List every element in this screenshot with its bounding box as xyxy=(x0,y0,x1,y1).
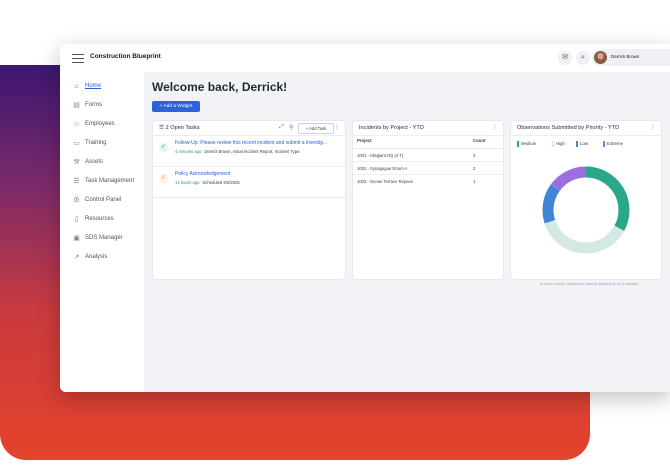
task-item[interactable]: ✓ Follow-Up: Please review this recent i… xyxy=(153,136,345,167)
sidebar-item-label: Task Management xyxy=(85,178,135,184)
legend-swatch xyxy=(552,141,554,147)
app-title: Construction Blueprint xyxy=(90,53,161,60)
assets-icon: ⚒ xyxy=(73,159,80,166)
task-meta-text: Scheduled 9/3/2025 xyxy=(202,180,240,185)
open-tasks-card: ☰ 2 Open Tasks ⤢ ⚲ + Add Task ⋮ ✓ Follow… xyxy=(152,120,346,280)
user-name: Derrick Brown xyxy=(611,54,640,59)
count-cell: 1 xyxy=(473,179,476,184)
sidebar-item-employees[interactable]: ☺ Employees xyxy=(72,119,142,131)
sidebar-item-label: Training xyxy=(85,140,107,146)
tasks-title: ☰ 2 Open Tasks xyxy=(159,125,200,131)
donut-slice-high[interactable] xyxy=(544,219,625,254)
folder-icon: ▣ xyxy=(73,235,80,242)
count-cell: 2 xyxy=(473,166,476,171)
add-widget-button[interactable]: + Add a Widget xyxy=(152,101,200,112)
sidebar-item-sds-manager[interactable]: ▣ SDS Manager xyxy=(72,233,142,245)
legend-label: Low xyxy=(580,141,588,146)
sidebar-item-label: Control Panel xyxy=(85,197,122,203)
priority-donut-chart xyxy=(542,166,630,254)
training-icon: ▭ xyxy=(73,140,80,147)
employees-icon: ☺ xyxy=(72,121,81,128)
control-panel-icon: ⚙ xyxy=(73,197,80,204)
table-row[interactable]: 1002 - Synagogue Room A 2 xyxy=(353,161,503,175)
task-meta-text: Derrick Brown, Initial Incident Report, … xyxy=(204,149,301,154)
mail-icon[interactable]: ✉ xyxy=(558,51,572,65)
donut-slice-medium[interactable] xyxy=(585,166,630,231)
data-delay-note: In some cases, dashboard data is delayed… xyxy=(540,282,640,286)
donut-slice-low[interactable] xyxy=(542,184,560,224)
filter-icon[interactable]: ⚲ xyxy=(289,124,293,131)
column-header-project: Project xyxy=(357,138,372,143)
avatar xyxy=(594,51,607,64)
task-title[interactable]: Follow-Up: Please review this recent inc… xyxy=(175,140,337,146)
app-window: Construction Blueprint ✉ ⌕ Derrick Brown… xyxy=(60,44,670,392)
task-title[interactable]: Policy Acknowledgement xyxy=(175,171,337,177)
sidebar-item-label: Forms xyxy=(85,102,102,108)
resources-icon: ▯ xyxy=(74,216,79,223)
task-meta: 14 hours ago Scheduled 9/3/2025 xyxy=(175,180,240,185)
table-row[interactable]: 1001 - Allegiant HQ (4 T) 3 xyxy=(353,148,503,162)
divider xyxy=(511,135,661,136)
project-cell: 1002 - Synagogue Room A xyxy=(357,166,408,171)
sidebar-item-home[interactable]: ⌂ Home xyxy=(72,81,142,93)
column-header-count: Count xyxy=(473,138,486,143)
sidebar-item-resources[interactable]: ▯ Resources xyxy=(72,214,142,226)
sidebar-item-label: SDS Manager xyxy=(85,235,123,241)
check-icon: ✓ xyxy=(159,174,168,183)
hamburger-menu-icon[interactable] xyxy=(71,51,85,65)
sidebar-item-analysis[interactable]: ↗ Analysis xyxy=(72,252,142,264)
task-icon: ☰ xyxy=(73,178,80,185)
shield-check-icon: ✓ xyxy=(159,143,168,152)
sidebar-item-forms[interactable]: ▤ Forms xyxy=(72,100,142,112)
more-options-icon[interactable]: ⋮ xyxy=(650,124,656,131)
task-time: 4 minutes ago xyxy=(175,149,202,154)
legend-swatch xyxy=(603,141,605,147)
page-title: Welcome back, Derrick! xyxy=(152,80,288,94)
sidebar: ⌂ Home ▤ Forms ☺ Employees ▭ Training ⚒ … xyxy=(60,72,145,392)
count-cell: 3 xyxy=(473,153,476,158)
project-cell: 1003 - Ocean Terrace Repave xyxy=(357,179,414,184)
project-cell: 1001 - Allegiant HQ (4 T) xyxy=(357,153,404,158)
legend-label: High xyxy=(556,141,565,146)
sidebar-item-label: Home xyxy=(85,83,102,89)
expand-icon[interactable]: ⤢ xyxy=(279,124,284,131)
legend-swatch xyxy=(517,141,519,147)
incidents-card: Incidents by Project - YTD ⋮ Project Cou… xyxy=(352,120,504,280)
donut-slice-extreme[interactable] xyxy=(550,166,587,192)
more-options-icon[interactable]: ⋮ xyxy=(334,124,340,131)
sidebar-item-label: Resources xyxy=(85,216,114,222)
chart-icon: ↗ xyxy=(73,254,80,261)
sidebar-item-training[interactable]: ▭ Training xyxy=(72,138,142,150)
task-item[interactable]: ✓ Policy Acknowledgement 14 hours ago Sch… xyxy=(153,167,345,198)
sidebar-item-label: Analysis xyxy=(85,254,108,260)
sidebar-item-label: Employees xyxy=(85,121,115,127)
more-options-icon[interactable]: ⋮ xyxy=(492,124,498,131)
task-meta: 4 minutes ago Derrick Brown, Initial Inci… xyxy=(175,149,301,154)
table-row[interactable]: 1003 - Ocean Terrace Repave 1 xyxy=(353,174,503,188)
top-bar: Construction Blueprint ✉ ⌕ Derrick Brown… xyxy=(60,44,670,73)
search-icon[interactable]: ⌕ xyxy=(576,51,590,65)
legend-swatch xyxy=(576,141,578,147)
sidebar-item-task-management[interactable]: ☰ Task Management xyxy=(72,176,142,188)
legend-label: Extreme xyxy=(607,141,623,146)
observations-card: Observations Submitted by Priority - YTD… xyxy=(510,120,662,280)
user-menu[interactable]: Derrick Brown ⌄ xyxy=(592,49,670,66)
list-icon: ☰ xyxy=(159,125,165,131)
tasks-title-text: 2 Open Tasks xyxy=(165,125,200,131)
main-content: Welcome back, Derrick! + Add a Widget ☰ … xyxy=(144,72,670,392)
sidebar-item-assets[interactable]: ⚒ Assets xyxy=(72,157,142,169)
forms-icon: ▤ xyxy=(73,102,80,109)
observations-title: Observations Submitted by Priority - YTD xyxy=(517,125,620,131)
divider xyxy=(353,135,503,136)
incidents-title: Incidents by Project - YTD xyxy=(359,125,424,131)
task-time: 14 hours ago xyxy=(175,180,200,185)
sidebar-item-label: Assets xyxy=(85,159,104,165)
add-task-button[interactable]: + Add Task xyxy=(298,123,334,134)
legend-label: Medium xyxy=(521,141,537,146)
home-icon: ⌂ xyxy=(74,83,79,90)
sidebar-item-control-panel[interactable]: ⚙ Control Panel xyxy=(72,195,142,207)
